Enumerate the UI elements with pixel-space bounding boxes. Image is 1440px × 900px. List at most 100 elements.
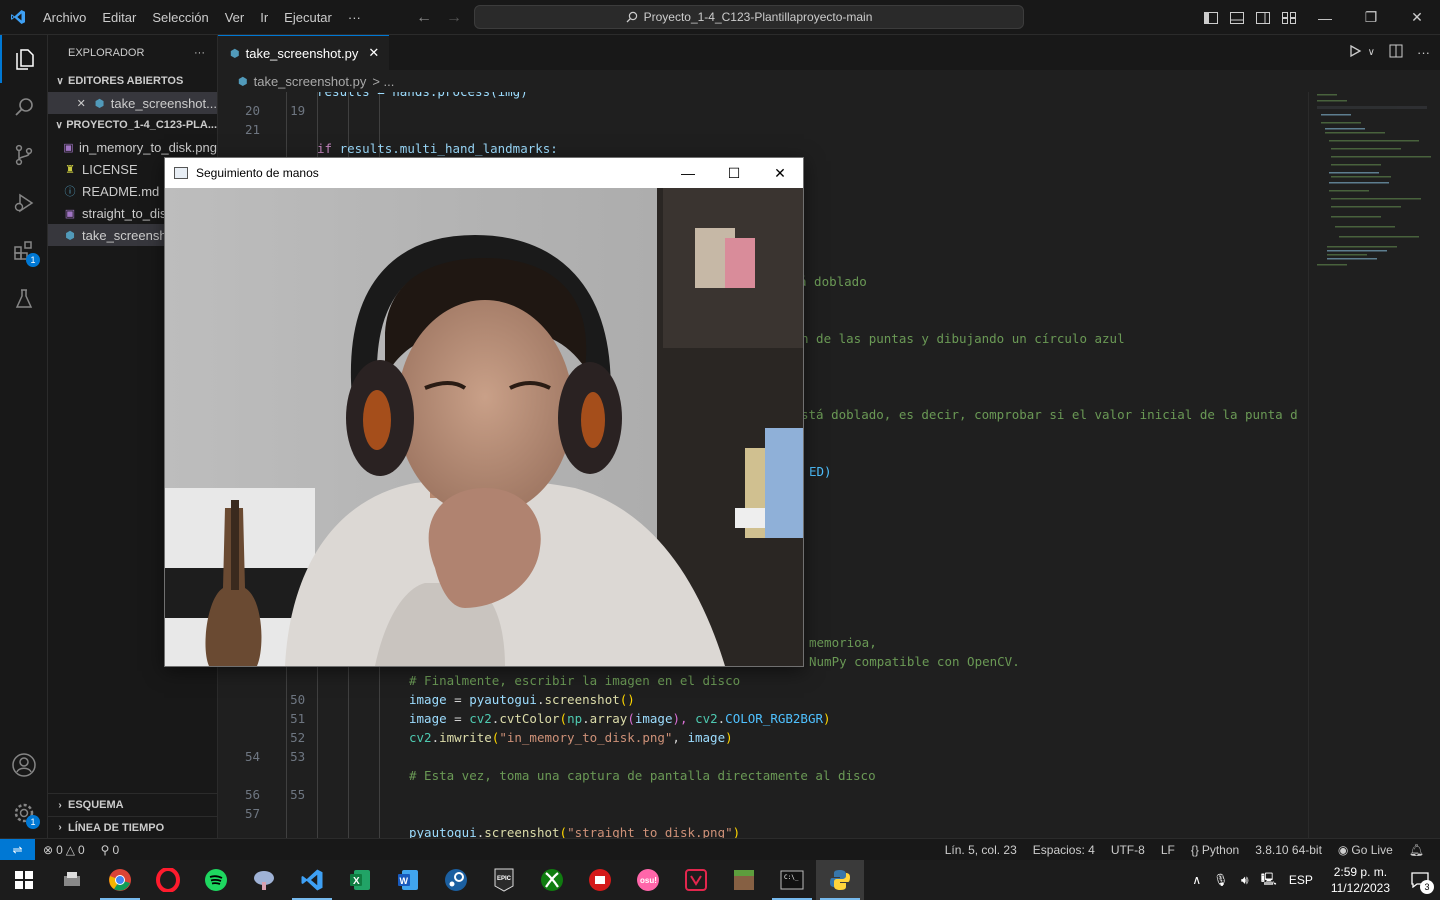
minimap[interactable]: [1308, 92, 1440, 838]
webcam-feed: [165, 188, 803, 666]
network-icon[interactable]: 🖳: [1257, 870, 1281, 891]
go-live-button[interactable]: ◉ Go Live: [1330, 843, 1401, 857]
toggle-sidebar-icon[interactable]: [1198, 0, 1224, 35]
tab-close-icon[interactable]: ✕: [368, 45, 379, 61]
code-line: 54: [244, 749, 260, 764]
warning-icon: △: [65, 842, 75, 857]
search-activity[interactable]: [0, 83, 48, 131]
overlay-maximize-button[interactable]: ☐: [711, 158, 757, 188]
encoding-status[interactable]: UTF-8: [1103, 843, 1153, 857]
taskbar-epic-games[interactable]: EPIC: [480, 860, 528, 900]
python-interpreter[interactable]: 3.8.10 64-bit: [1247, 843, 1330, 857]
chevron-down-icon[interactable]: ∨: [1368, 47, 1375, 58]
menu-ir[interactable]: Ir: [252, 0, 276, 35]
toggle-panel-icon[interactable]: [1224, 0, 1250, 35]
microphone-icon[interactable]: 🎙︎: [1209, 873, 1233, 887]
windows-logo-icon: [15, 871, 33, 889]
taskbar-brain-app[interactable]: [240, 860, 288, 900]
taskbar-vscode[interactable]: [288, 860, 336, 900]
volume-icon[interactable]: 🔊︎: [1233, 873, 1257, 888]
taskbar-opera[interactable]: [144, 860, 192, 900]
run-debug-activity[interactable]: [0, 179, 48, 227]
file-item[interactable]: ▣ in_memory_to_disk.png: [48, 136, 217, 158]
window-icon: [174, 167, 188, 179]
extensions-activity[interactable]: 1: [0, 227, 48, 275]
split-editor-icon[interactable]: [1389, 44, 1403, 61]
taskbar-printer[interactable]: [48, 860, 96, 900]
svg-text:osu!: osu!: [640, 876, 657, 885]
taskbar-osu[interactable]: osu!: [624, 860, 672, 900]
menu-ver[interactable]: Ver: [217, 0, 253, 35]
menu-ejecutar[interactable]: Ejecutar: [276, 0, 340, 35]
timeline-header[interactable]: › LÍNEA DE TIEMPO: [48, 816, 217, 838]
manage-activity[interactable]: 1: [0, 789, 48, 837]
minimize-button[interactable]: —: [1302, 0, 1348, 35]
customize-layout-icon[interactable]: [1276, 0, 1302, 35]
python-icon: ⬢: [65, 229, 75, 242]
taskbar-terminal[interactable]: C:\_: [768, 860, 816, 900]
python-icon: [830, 870, 850, 890]
taskbar-excel[interactable]: X: [336, 860, 384, 900]
taskbar-python[interactable]: [816, 860, 864, 900]
cursor-position[interactable]: Lín. 5, col. 23: [937, 843, 1025, 857]
hand-tracking-titlebar[interactable]: Seguimiento de manos — ☐ ✕: [165, 158, 803, 188]
tab-take-screenshot[interactable]: ⬢ take_screenshot.py ✕: [218, 35, 390, 70]
ports-status[interactable]: ⚲ 0: [93, 843, 127, 857]
taskbar-xbox[interactable]: [528, 860, 576, 900]
project-header[interactable]: ∨ PROYECTO_1-4_C123-PLA...: [48, 114, 217, 136]
indentation-status[interactable]: Espacios: 4: [1025, 843, 1103, 857]
menu-editar[interactable]: Editar: [94, 0, 144, 35]
taskbar-red-app[interactable]: [576, 860, 624, 900]
taskbar-minecraft[interactable]: [720, 860, 768, 900]
taskbar-steam[interactable]: [432, 860, 480, 900]
toggle-secondary-sidebar-icon[interactable]: [1250, 0, 1276, 35]
taskbar-chrome[interactable]: [96, 860, 144, 900]
input-language[interactable]: ESP: [1281, 873, 1321, 887]
code-line: 58 pyautogui.screenshot("straight_to_dis…: [409, 825, 741, 838]
run-python-icon[interactable]: [1348, 44, 1362, 61]
back-arrow-icon[interactable]: ←: [416, 9, 432, 27]
menu-archivo[interactable]: Archivo: [35, 0, 94, 35]
command-center-search[interactable]: Proyecto_1-4_C123-Plantillaproyecto-main: [474, 5, 1024, 29]
language-mode[interactable]: {} Python: [1183, 843, 1247, 857]
taskbar-word[interactable]: W: [384, 860, 432, 900]
outline-header[interactable]: › ESQUEMA: [48, 794, 217, 816]
taskbar-vector-app[interactable]: [672, 860, 720, 900]
problems-status[interactable]: ⊗ 0 △ 0: [35, 843, 93, 857]
menu-seleccion[interactable]: Selección: [144, 0, 216, 35]
title-bar: Archivo Editar Selección Ver Ir Ejecutar…: [0, 0, 1440, 35]
chevron-up-icon[interactable]: ∧: [1185, 873, 1209, 887]
eol-status[interactable]: LF: [1153, 843, 1183, 857]
notification-count-badge: 3: [1420, 880, 1434, 894]
open-editors-header[interactable]: ∨ EDITORES ABIERTOS: [48, 70, 217, 92]
close-icon[interactable]: ✕: [74, 97, 88, 110]
restore-button[interactable]: ❐: [1348, 0, 1394, 35]
more-actions-icon[interactable]: ···: [1417, 45, 1430, 60]
start-button[interactable]: [0, 860, 48, 900]
overlay-close-button[interactable]: ✕: [757, 158, 803, 188]
hand-tracking-window[interactable]: Seguimiento de manos — ☐ ✕: [164, 157, 804, 667]
testing-activity[interactable]: [0, 275, 48, 323]
overlay-minimize-button[interactable]: —: [665, 158, 711, 188]
breadcrumb-file[interactable]: take_screenshot.py: [254, 74, 367, 89]
source-control-activity[interactable]: [0, 131, 48, 179]
taskbar-spotify[interactable]: [192, 860, 240, 900]
osu-icon: osu!: [637, 869, 659, 891]
open-editor-item[interactable]: ✕ ⬢ take_screenshot...: [48, 92, 217, 114]
remote-indicator-icon[interactable]: ⇌: [0, 838, 35, 861]
image-icon: ▣: [64, 207, 76, 220]
menu-more[interactable]: ···: [340, 0, 369, 35]
notifications-bell-icon[interactable]: 🔔︎: [1401, 843, 1432, 857]
notification-center-icon[interactable]: 3: [1400, 860, 1440, 900]
clock[interactable]: 2:59 p. m. 11/12/2023: [1321, 864, 1400, 896]
explorer-more-button[interactable]: ···: [194, 47, 205, 59]
forward-arrow-icon[interactable]: →: [446, 9, 462, 27]
spotify-icon: [205, 869, 227, 891]
svg-text:EPIC: EPIC: [497, 876, 512, 882]
accounts-activity[interactable]: [0, 741, 48, 789]
breadcrumb-more[interactable]: > ...: [372, 74, 394, 89]
explorer-activity[interactable]: [0, 35, 48, 83]
close-button[interactable]: ✕: [1394, 0, 1440, 35]
code-line: 57: [244, 806, 260, 821]
opera-icon: [156, 868, 180, 892]
